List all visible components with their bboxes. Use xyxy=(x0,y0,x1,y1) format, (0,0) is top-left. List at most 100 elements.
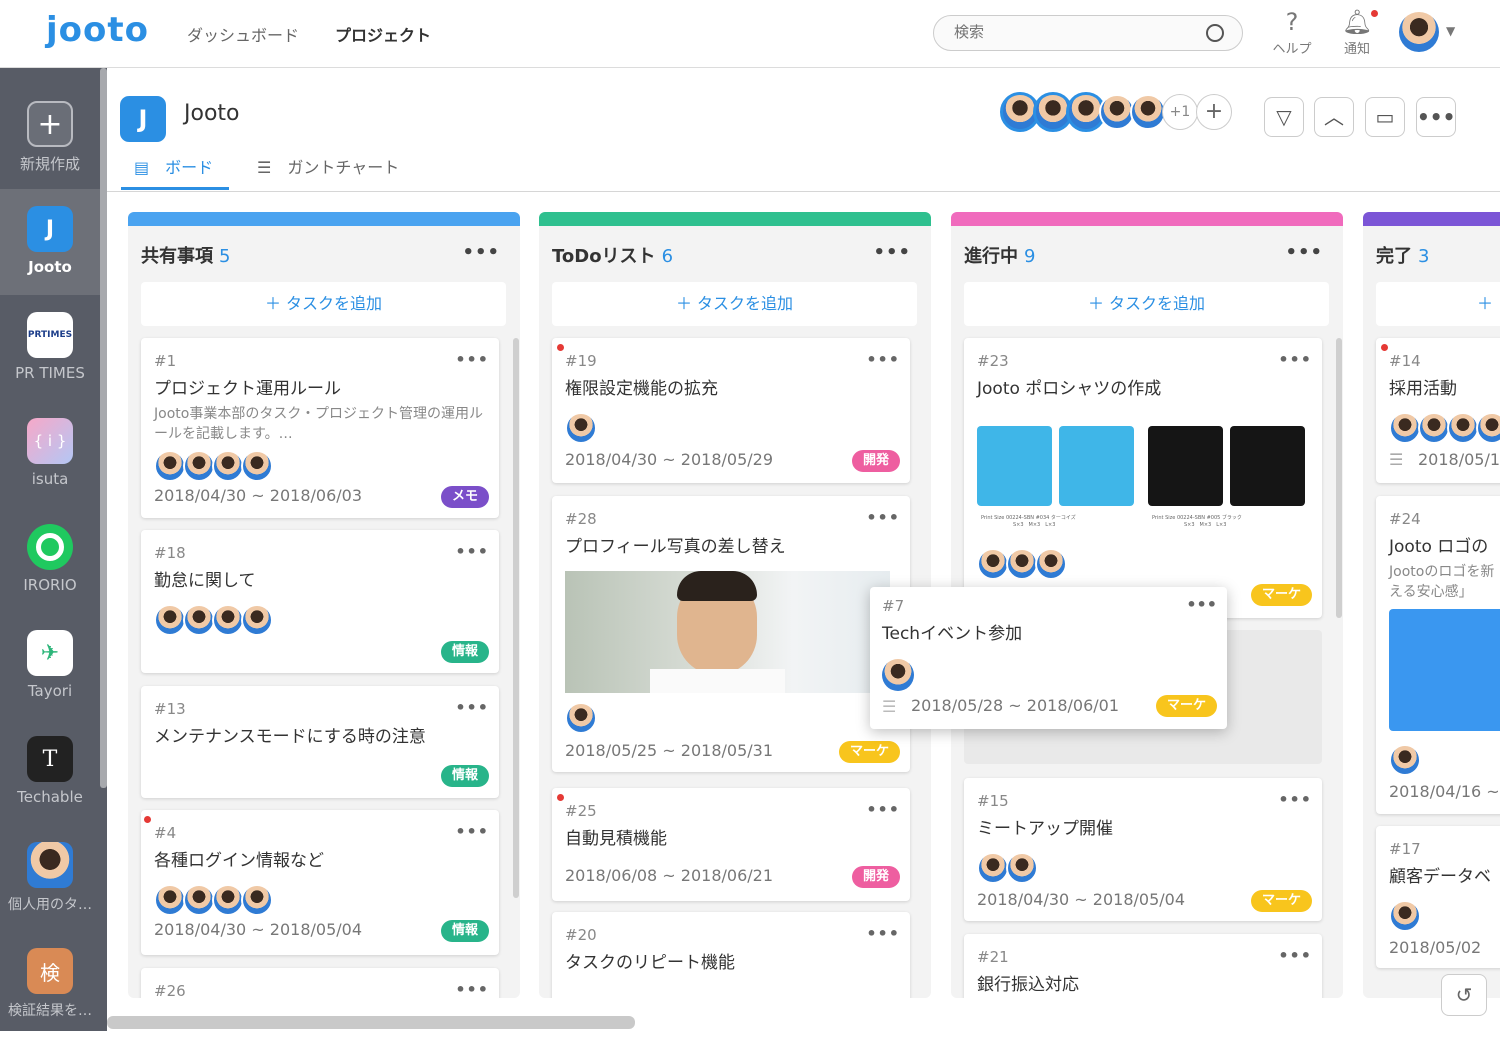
task-card[interactable]: #23 ••• Jooto ポロシャツの作成 Print Size 00224-… xyxy=(964,338,1322,618)
task-card[interactable]: #19 ••• 権限設定機能の拡充 2018/04/30 ~ 2018/05/2… xyxy=(552,338,910,483)
nav-project[interactable]: プロジェクト xyxy=(335,22,431,46)
task-card[interactable]: #25 ••• 自動見積機能 2018/06/08 ~ 2018/06/21 開… xyxy=(552,788,910,901)
sidebar-item-prtimes[interactable]: PRTIMES PR TIMES xyxy=(0,295,100,401)
tab-gantt[interactable]: ☰ ガントチャート xyxy=(257,154,399,178)
add-task-button[interactable]: ＋ タスクを追加 xyxy=(141,282,506,326)
card-menu-icon[interactable]: ••• xyxy=(866,508,900,527)
column-scrollbar[interactable] xyxy=(513,338,519,898)
task-title: プロフィール写真の差し替え xyxy=(565,537,786,557)
assignee-list xyxy=(565,412,597,444)
task-number: #23 xyxy=(977,352,1009,370)
help-label: ヘルプ xyxy=(1272,42,1312,57)
card-menu-icon[interactable]: ••• xyxy=(866,924,900,943)
nav-dashboard[interactable]: ダッシュボード xyxy=(187,22,299,46)
card-menu-icon[interactable]: ••• xyxy=(455,542,489,561)
filter-icon: ▽ xyxy=(1276,105,1292,129)
task-card[interactable]: #13 ••• メンテナンスモードにする時の注意 情報 xyxy=(141,686,499,798)
folder-button[interactable]: ▭ xyxy=(1365,97,1405,137)
sidebar-item-techable[interactable]: T Techable xyxy=(0,719,100,825)
card-menu-icon[interactable]: ••• xyxy=(866,800,900,819)
card-menu-icon[interactable]: ••• xyxy=(455,822,489,841)
more-button[interactable]: ••• xyxy=(1416,97,1456,137)
notification-button[interactable]: 🔔︎ 通知 xyxy=(1329,6,1385,57)
sidebar-item-isuta[interactable]: { i } isuta xyxy=(0,401,100,507)
task-label: 開発 xyxy=(851,450,900,472)
task-number: #1 xyxy=(154,352,177,370)
task-card[interactable]: #28 ••• プロフィール写真の差し替え 2018/05/25 ~ 2018/… xyxy=(552,496,910,772)
search-icon[interactable] xyxy=(1206,24,1224,42)
task-card[interactable]: #4 ••• 各種ログイン情報など 2018/04/30 ~ 2018/05/0… xyxy=(141,810,499,955)
sidebar-item-tayori[interactable]: ✈ Tayori xyxy=(0,613,100,719)
card-menu-icon[interactable]: ••• xyxy=(455,350,489,369)
sidebar-item-irorio[interactable]: IRORIO xyxy=(0,507,100,613)
task-title: 各種ログイン情報など xyxy=(154,851,324,871)
help-button[interactable]: ? ヘルプ xyxy=(1264,6,1320,57)
tab-label: ガントチャート xyxy=(287,158,400,177)
task-card[interactable]: #15 ••• ミートアップ開催 2018/04/30 ~ 2018/05/04… xyxy=(964,778,1322,921)
card-menu-icon[interactable]: ••• xyxy=(455,980,489,998)
assignee-avatar xyxy=(241,884,273,916)
task-title: 権限設定機能の拡充 xyxy=(565,379,718,399)
column-scrollbar[interactable] xyxy=(1336,338,1342,618)
sidebar-scrollbar[interactable] xyxy=(100,68,107,788)
assignee-avatar xyxy=(183,450,215,482)
assignee-avatar xyxy=(154,884,186,916)
collapse-button[interactable]: ︿ xyxy=(1314,97,1354,137)
task-date: 2018/04/16 ~ xyxy=(1389,782,1500,801)
card-menu-icon[interactable]: ••• xyxy=(1278,350,1312,369)
card-menu-icon[interactable]: ••• xyxy=(1278,946,1312,965)
task-card[interactable]: #18 ••• 勤怠に関して 情報 xyxy=(141,530,499,673)
history-button[interactable]: ↺ xyxy=(1441,974,1487,1016)
task-number: #20 xyxy=(565,926,597,944)
app-sidebar: + 新規作成 J Jooto PRTIMES PR TIMES { i } is… xyxy=(0,68,107,1031)
sidebar-item-label: 新規作成 xyxy=(19,155,80,173)
task-title: ミートアップ開催 xyxy=(977,819,1113,839)
task-card[interactable]: #26 ••• xyxy=(141,968,499,998)
task-card[interactable]: #14 採用活動 ☰ 2018/05/1 xyxy=(1376,338,1500,483)
search-input[interactable] xyxy=(954,23,1184,41)
column-menu-icon[interactable]: ••• xyxy=(462,242,500,263)
assignee-list xyxy=(154,604,273,636)
assignee-avatar xyxy=(977,852,1009,884)
task-card[interactable]: #1 ••• プロジェクト運用ルール Jooto事業本部のタスク・プロジェクト管… xyxy=(141,338,499,518)
assignee-avatar xyxy=(241,450,273,482)
column-menu-icon[interactable]: ••• xyxy=(1285,242,1323,263)
card-menu-icon[interactable]: ••• xyxy=(455,698,489,717)
column-shared: 共有事項 5 ••• ＋ タスクを追加 #1 ••• プロジェクト運用ルール Jo… xyxy=(128,212,520,998)
task-card[interactable]: #17 顧客データベ 2018/05/02 xyxy=(1376,826,1500,968)
board-horizontal-scrollbar[interactable] xyxy=(107,1016,635,1029)
board-icon: ▤ xyxy=(134,158,150,177)
add-task-button[interactable]: ＋ xyxy=(1376,282,1500,326)
dragged-task-card[interactable]: #7 ••• Techイベント参加 ☰ 2018/05/28 ~ 2018/06… xyxy=(870,587,1227,729)
column-count: 3 xyxy=(1418,246,1430,267)
sidebar-item-verify[interactable]: 検 検証結果を… xyxy=(0,931,100,1037)
task-card[interactable]: #24 Jooto ロゴの Jootoのロゴを新える安心感」 2018/04/1… xyxy=(1376,496,1500,814)
chevron-down-icon[interactable]: ▼ xyxy=(1446,24,1455,38)
assignee-avatar xyxy=(212,450,244,482)
task-card[interactable]: #20 ••• タスクのリピート機能 xyxy=(552,912,910,998)
add-task-button[interactable]: ＋ タスクを追加 xyxy=(552,282,917,326)
card-menu-icon[interactable]: ••• xyxy=(1186,595,1217,614)
sidebar-item-new[interactable]: + 新規作成 xyxy=(0,84,100,190)
add-task-button[interactable]: ＋ タスクを追加 xyxy=(964,282,1329,326)
task-number: #19 xyxy=(565,352,597,370)
sidebar-item-personal[interactable]: 個人用のタ… xyxy=(0,825,100,931)
card-menu-icon[interactable]: ••• xyxy=(866,350,900,369)
card-menu-icon[interactable]: ••• xyxy=(1278,790,1312,809)
member-avatar[interactable] xyxy=(1130,94,1166,130)
add-member-icon[interactable]: + xyxy=(1196,94,1232,130)
task-title: 銀行振込対応 xyxy=(977,975,1079,995)
chevron-up-icon: ︿ xyxy=(1324,105,1344,129)
plus-icon: + xyxy=(27,101,73,147)
column-menu-icon[interactable]: ••• xyxy=(873,242,911,263)
jooto-logo[interactable]: jooto xyxy=(46,10,149,50)
sidebar-item-jooto[interactable]: J Jooto xyxy=(0,189,100,295)
user-avatar[interactable] xyxy=(1399,12,1439,52)
assignee-list xyxy=(565,702,597,734)
task-card[interactable]: #21 ••• 銀行振込対応 xyxy=(964,934,1322,998)
sidebar-item-label: 検証結果を… xyxy=(8,1003,92,1019)
tab-board[interactable]: ▤ ボード xyxy=(121,154,229,190)
filter-button[interactable]: ▽ xyxy=(1264,97,1304,137)
more-members[interactable]: +1 xyxy=(1162,94,1198,130)
more-icon: ••• xyxy=(1417,105,1456,129)
